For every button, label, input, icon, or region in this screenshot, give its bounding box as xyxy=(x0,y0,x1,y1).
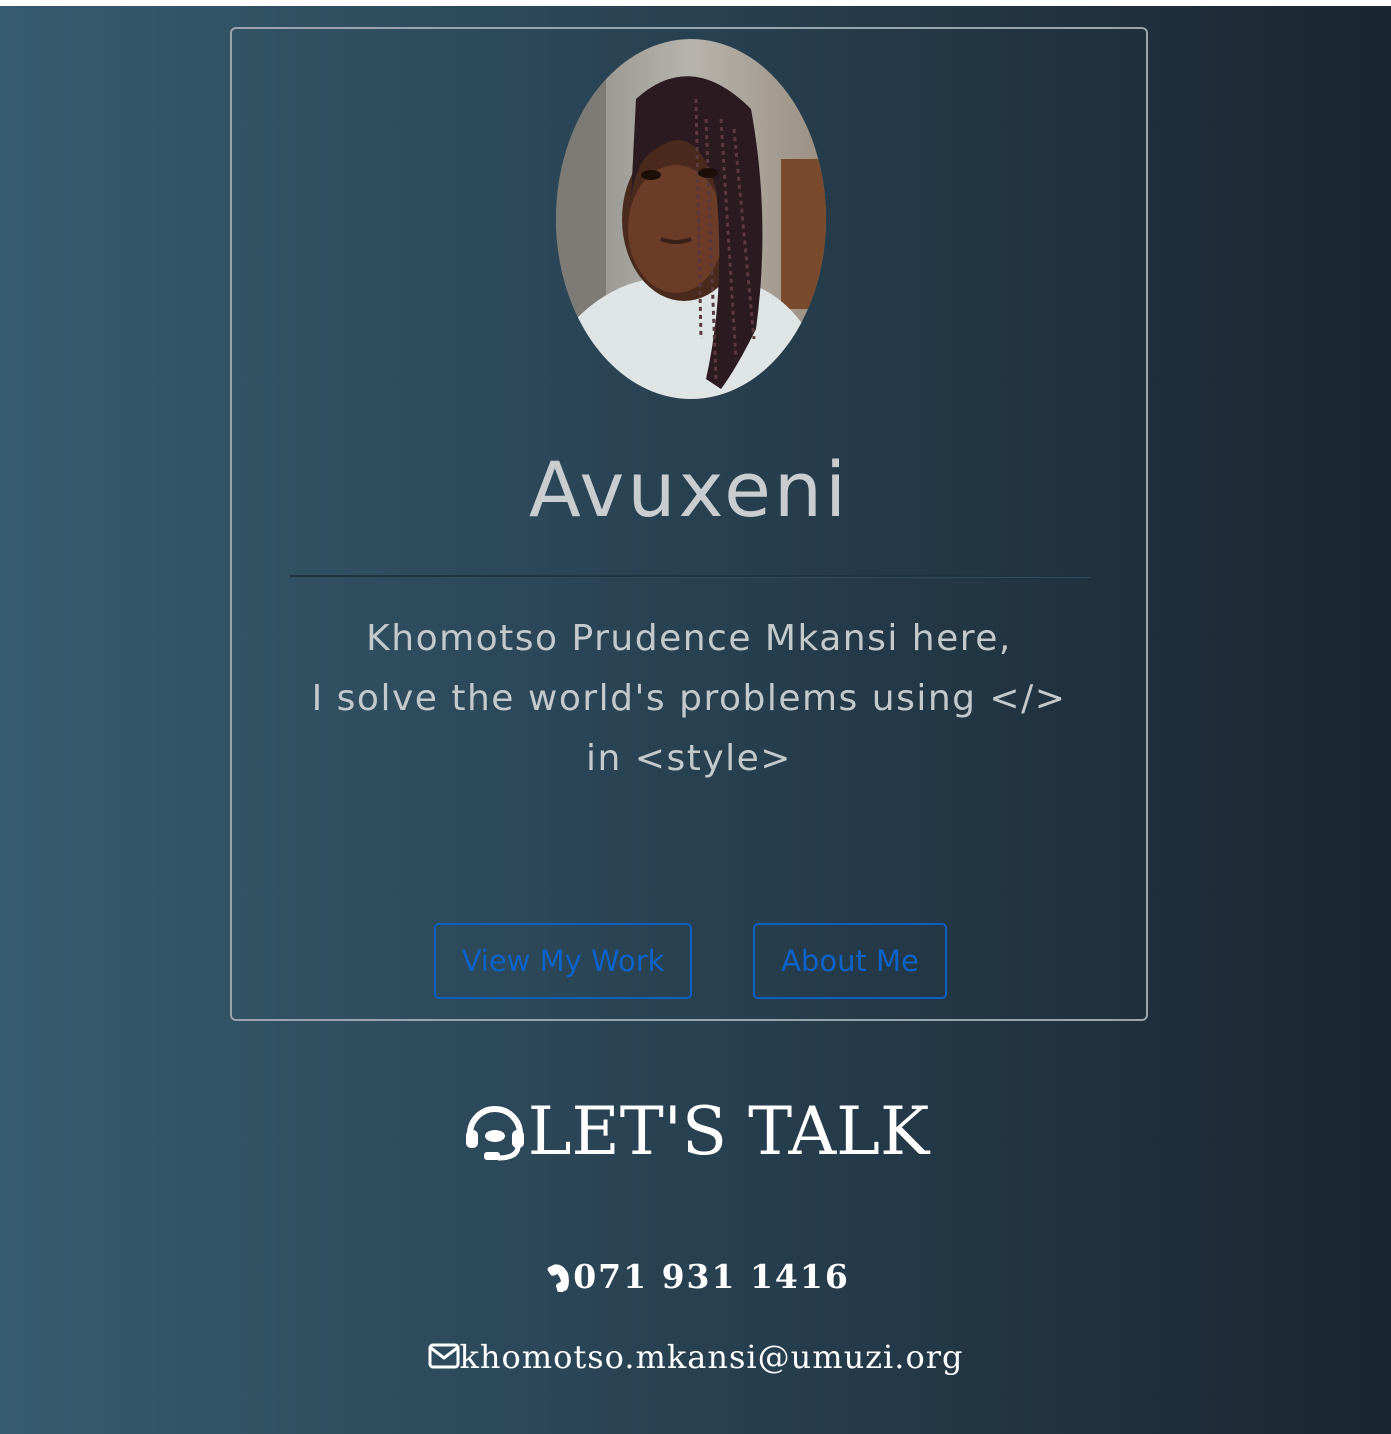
email-address: khomotso.mkansi@umuzi.org xyxy=(459,1338,964,1376)
about-me-button[interactable]: About Me xyxy=(753,923,947,999)
envelope-icon xyxy=(428,1334,460,1369)
profile-card: Avuxeni Khomotso Prudence Mkansi here, I… xyxy=(230,27,1148,1021)
contact-heading: LET'S TALK xyxy=(0,1092,1391,1172)
profile-photo xyxy=(556,39,826,399)
phone-contact[interactable]: 071 931 1416 xyxy=(0,1252,1391,1302)
phone-icon xyxy=(541,1256,573,1293)
email-contact[interactable]: khomotso.mkansi@umuzi.org xyxy=(0,1332,1391,1382)
contact-heading-text: LET'S TALK xyxy=(527,1093,930,1170)
bio-line: I solve the world's problems using </> xyxy=(311,678,1067,719)
page-background: Avuxeni Khomotso Prudence Mkansi here, I… xyxy=(0,6,1391,1434)
phone-number: 071 931 1416 xyxy=(573,1257,850,1296)
profile-bio: Khomotso Prudence Mkansi here, I solve t… xyxy=(232,609,1146,789)
headset-icon xyxy=(462,1096,528,1162)
bio-line: in <style> xyxy=(586,738,792,779)
view-my-work-button[interactable]: View My Work xyxy=(434,923,692,999)
profile-name: Avuxeni xyxy=(528,445,850,534)
bio-line: Khomotso Prudence Mkansi here, xyxy=(366,618,1012,659)
divider xyxy=(290,575,1090,578)
